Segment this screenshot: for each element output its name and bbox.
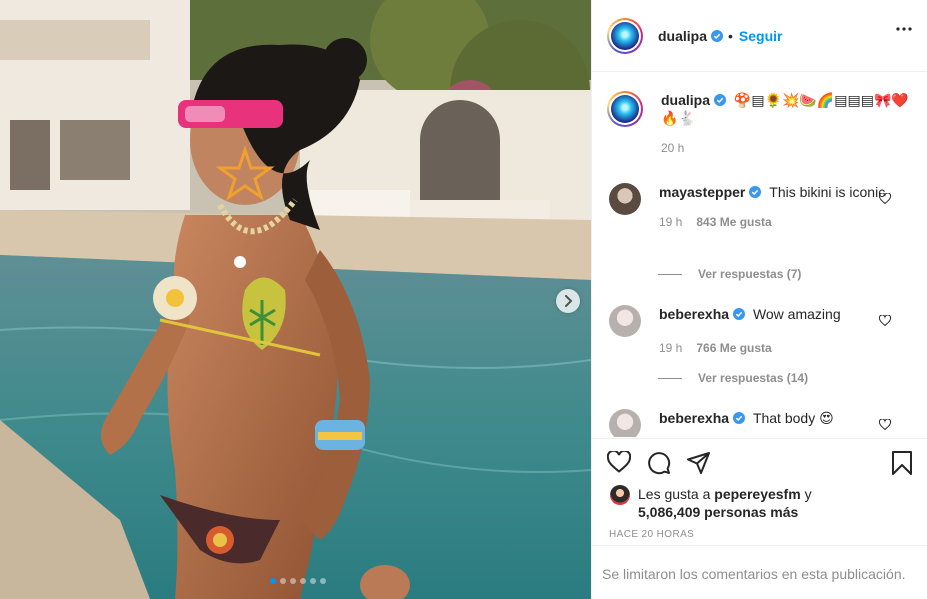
comment-button[interactable]	[647, 451, 671, 480]
comment-username[interactable]: beberexha	[659, 410, 729, 426]
comments-list[interactable]: dualipa 🍄▤🌻💥🍉🌈▤▤▤🎀❤️🔥🐇 20 h mayastepper …	[592, 73, 927, 437]
save-button[interactable]	[891, 451, 913, 480]
avatar[interactable]	[607, 91, 643, 127]
comment-time[interactable]: 19 h	[659, 339, 682, 357]
carousel-dot	[269, 578, 276, 584]
heart-icon[interactable]	[879, 315, 891, 326]
caption-time[interactable]: 20 h	[661, 139, 911, 157]
carousel-dot	[289, 578, 296, 584]
comment-text: That body 😍	[752, 410, 834, 426]
liker-avatar[interactable]	[610, 485, 630, 505]
carousel-dot	[299, 578, 306, 584]
more-options-icon[interactable]	[896, 27, 912, 31]
author-username[interactable]: dualipa	[658, 28, 707, 44]
avatar[interactable]	[609, 409, 641, 437]
comment-text: This bikini is iconic	[769, 184, 886, 200]
comments-limited-notice: Se limitaron los comentarios en esta pub…	[592, 545, 927, 599]
send-icon	[687, 452, 710, 474]
carousel-dot	[279, 578, 286, 584]
instagram-post: dualipa • Seguir dualipa 🍄▤🌻💥🍉🌈▤▤▤🎀❤️🔥🐇	[0, 0, 927, 599]
like-button[interactable]	[606, 449, 632, 480]
likes-conj: y	[804, 486, 812, 502]
photo-illustration	[0, 0, 591, 599]
carousel-dot	[309, 578, 316, 584]
verified-badge-icon	[714, 94, 727, 106]
heart-icon	[606, 449, 632, 473]
post-header: dualipa • Seguir	[592, 0, 927, 72]
view-replies-label: Ver respuestas (14)	[698, 371, 809, 385]
heart-icon[interactable]	[879, 419, 891, 430]
post-actions: Les gusta a pepereyesfm y 5,086,409 pers…	[592, 438, 927, 540]
carousel-indicator	[0, 578, 591, 584]
replies-divider	[658, 273, 682, 275]
avatar[interactable]	[609, 183, 641, 215]
carousel-dot	[319, 578, 326, 584]
share-button[interactable]	[687, 451, 711, 480]
comment-bubble-icon	[648, 452, 671, 475]
likes-prefix: Les gusta a	[638, 486, 711, 502]
verified-badge-icon	[711, 29, 724, 42]
likes-summary: Les gusta a pepereyesfm y 5,086,409 pers…	[610, 485, 858, 521]
avatar[interactable]	[607, 17, 643, 54]
verified-badge-icon	[733, 308, 746, 320]
verified-badge-icon	[733, 412, 746, 424]
post-caption: dualipa 🍄▤🌻💥🍉🌈▤▤▤🎀❤️🔥🐇 20 h	[607, 91, 911, 157]
liker-username[interactable]: pepereyesfm	[714, 486, 800, 502]
chevron-right-icon	[565, 295, 573, 307]
post-photo[interactable]	[0, 0, 591, 599]
comment-like-count[interactable]: 843 Me gusta	[696, 213, 771, 231]
replies-divider	[658, 377, 682, 379]
comment-like-count[interactable]: 766 Me gusta	[696, 339, 771, 357]
separator-dot: •	[728, 27, 733, 44]
bookmark-icon	[892, 451, 912, 475]
next-photo-button[interactable]	[556, 289, 580, 313]
verified-badge-icon	[749, 186, 762, 198]
view-replies-button[interactable]: Ver respuestas (7)	[658, 267, 801, 281]
view-replies-button[interactable]: Ver respuestas (14)	[658, 371, 808, 385]
post-details-panel: dualipa • Seguir dualipa 🍄▤🌻💥🍉🌈▤▤▤🎀❤️🔥🐇	[591, 0, 927, 599]
post-timestamp[interactable]: HACE 20 HORAS	[609, 529, 694, 540]
comment-text: Wow amazing	[752, 306, 841, 322]
follow-button[interactable]: Seguir	[739, 28, 783, 44]
comment-time[interactable]: 19 h	[659, 213, 682, 231]
view-replies-label: Ver respuestas (7)	[698, 267, 802, 281]
likes-count[interactable]: 5,086,409 personas más	[638, 504, 798, 520]
comment-item: beberexha That body 😍	[609, 409, 909, 437]
avatar[interactable]	[609, 305, 641, 337]
caption-username[interactable]: dualipa	[661, 92, 710, 108]
heart-icon[interactable]	[879, 193, 891, 204]
comment-item: beberexha Wow amazing 19 h 766 Me gusta	[609, 305, 909, 357]
comment-username[interactable]: mayastepper	[659, 184, 745, 200]
comment-item: mayastepper This bikini is iconic 19 h 8…	[609, 183, 909, 231]
comment-username[interactable]: beberexha	[659, 306, 729, 322]
